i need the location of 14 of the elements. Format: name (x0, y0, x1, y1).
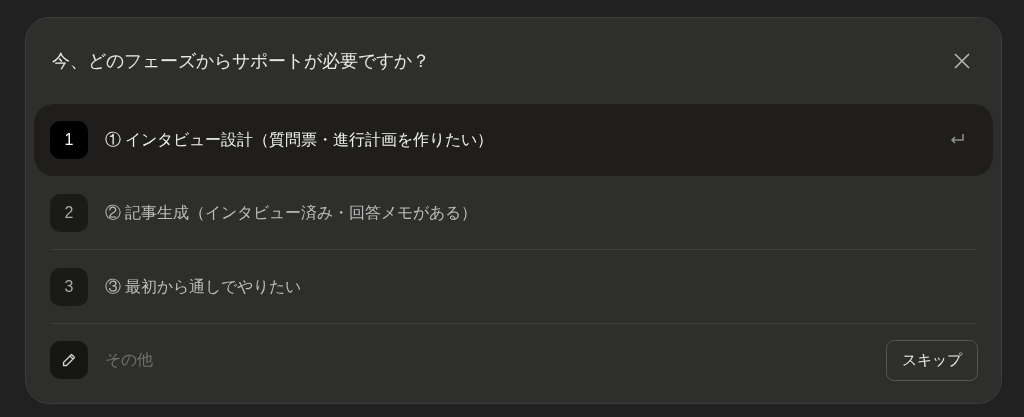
number-badge: 3 (50, 267, 88, 306)
skip-button[interactable]: スキップ (886, 339, 978, 381)
dialog-title: 今、どのフェーズからサポートが必要ですか？ (52, 49, 430, 73)
other-input-field[interactable]: その他 (105, 348, 886, 372)
number-badge: 1 (50, 121, 88, 159)
number-badge: 2 (50, 193, 88, 232)
option-label: ① インタビュー設計（質問票・進行計画を作りたい） (105, 130, 495, 150)
option-row[interactable]: 1 ① インタビュー設計（質問票・進行計画を作りたい） (34, 104, 993, 176)
close-icon (953, 52, 971, 70)
option-label: ③ 最初から通しでやりたい (105, 276, 303, 297)
option-row[interactable]: 3 ③ 最初から通しでやりたい (50, 250, 977, 323)
option-row[interactable]: 2 ② 記事生成（インタビュー済み・回答メモがある） (50, 176, 977, 249)
pencil-icon (61, 352, 77, 368)
option-label: ② 記事生成（インタビュー済み・回答メモがある） (105, 202, 479, 223)
